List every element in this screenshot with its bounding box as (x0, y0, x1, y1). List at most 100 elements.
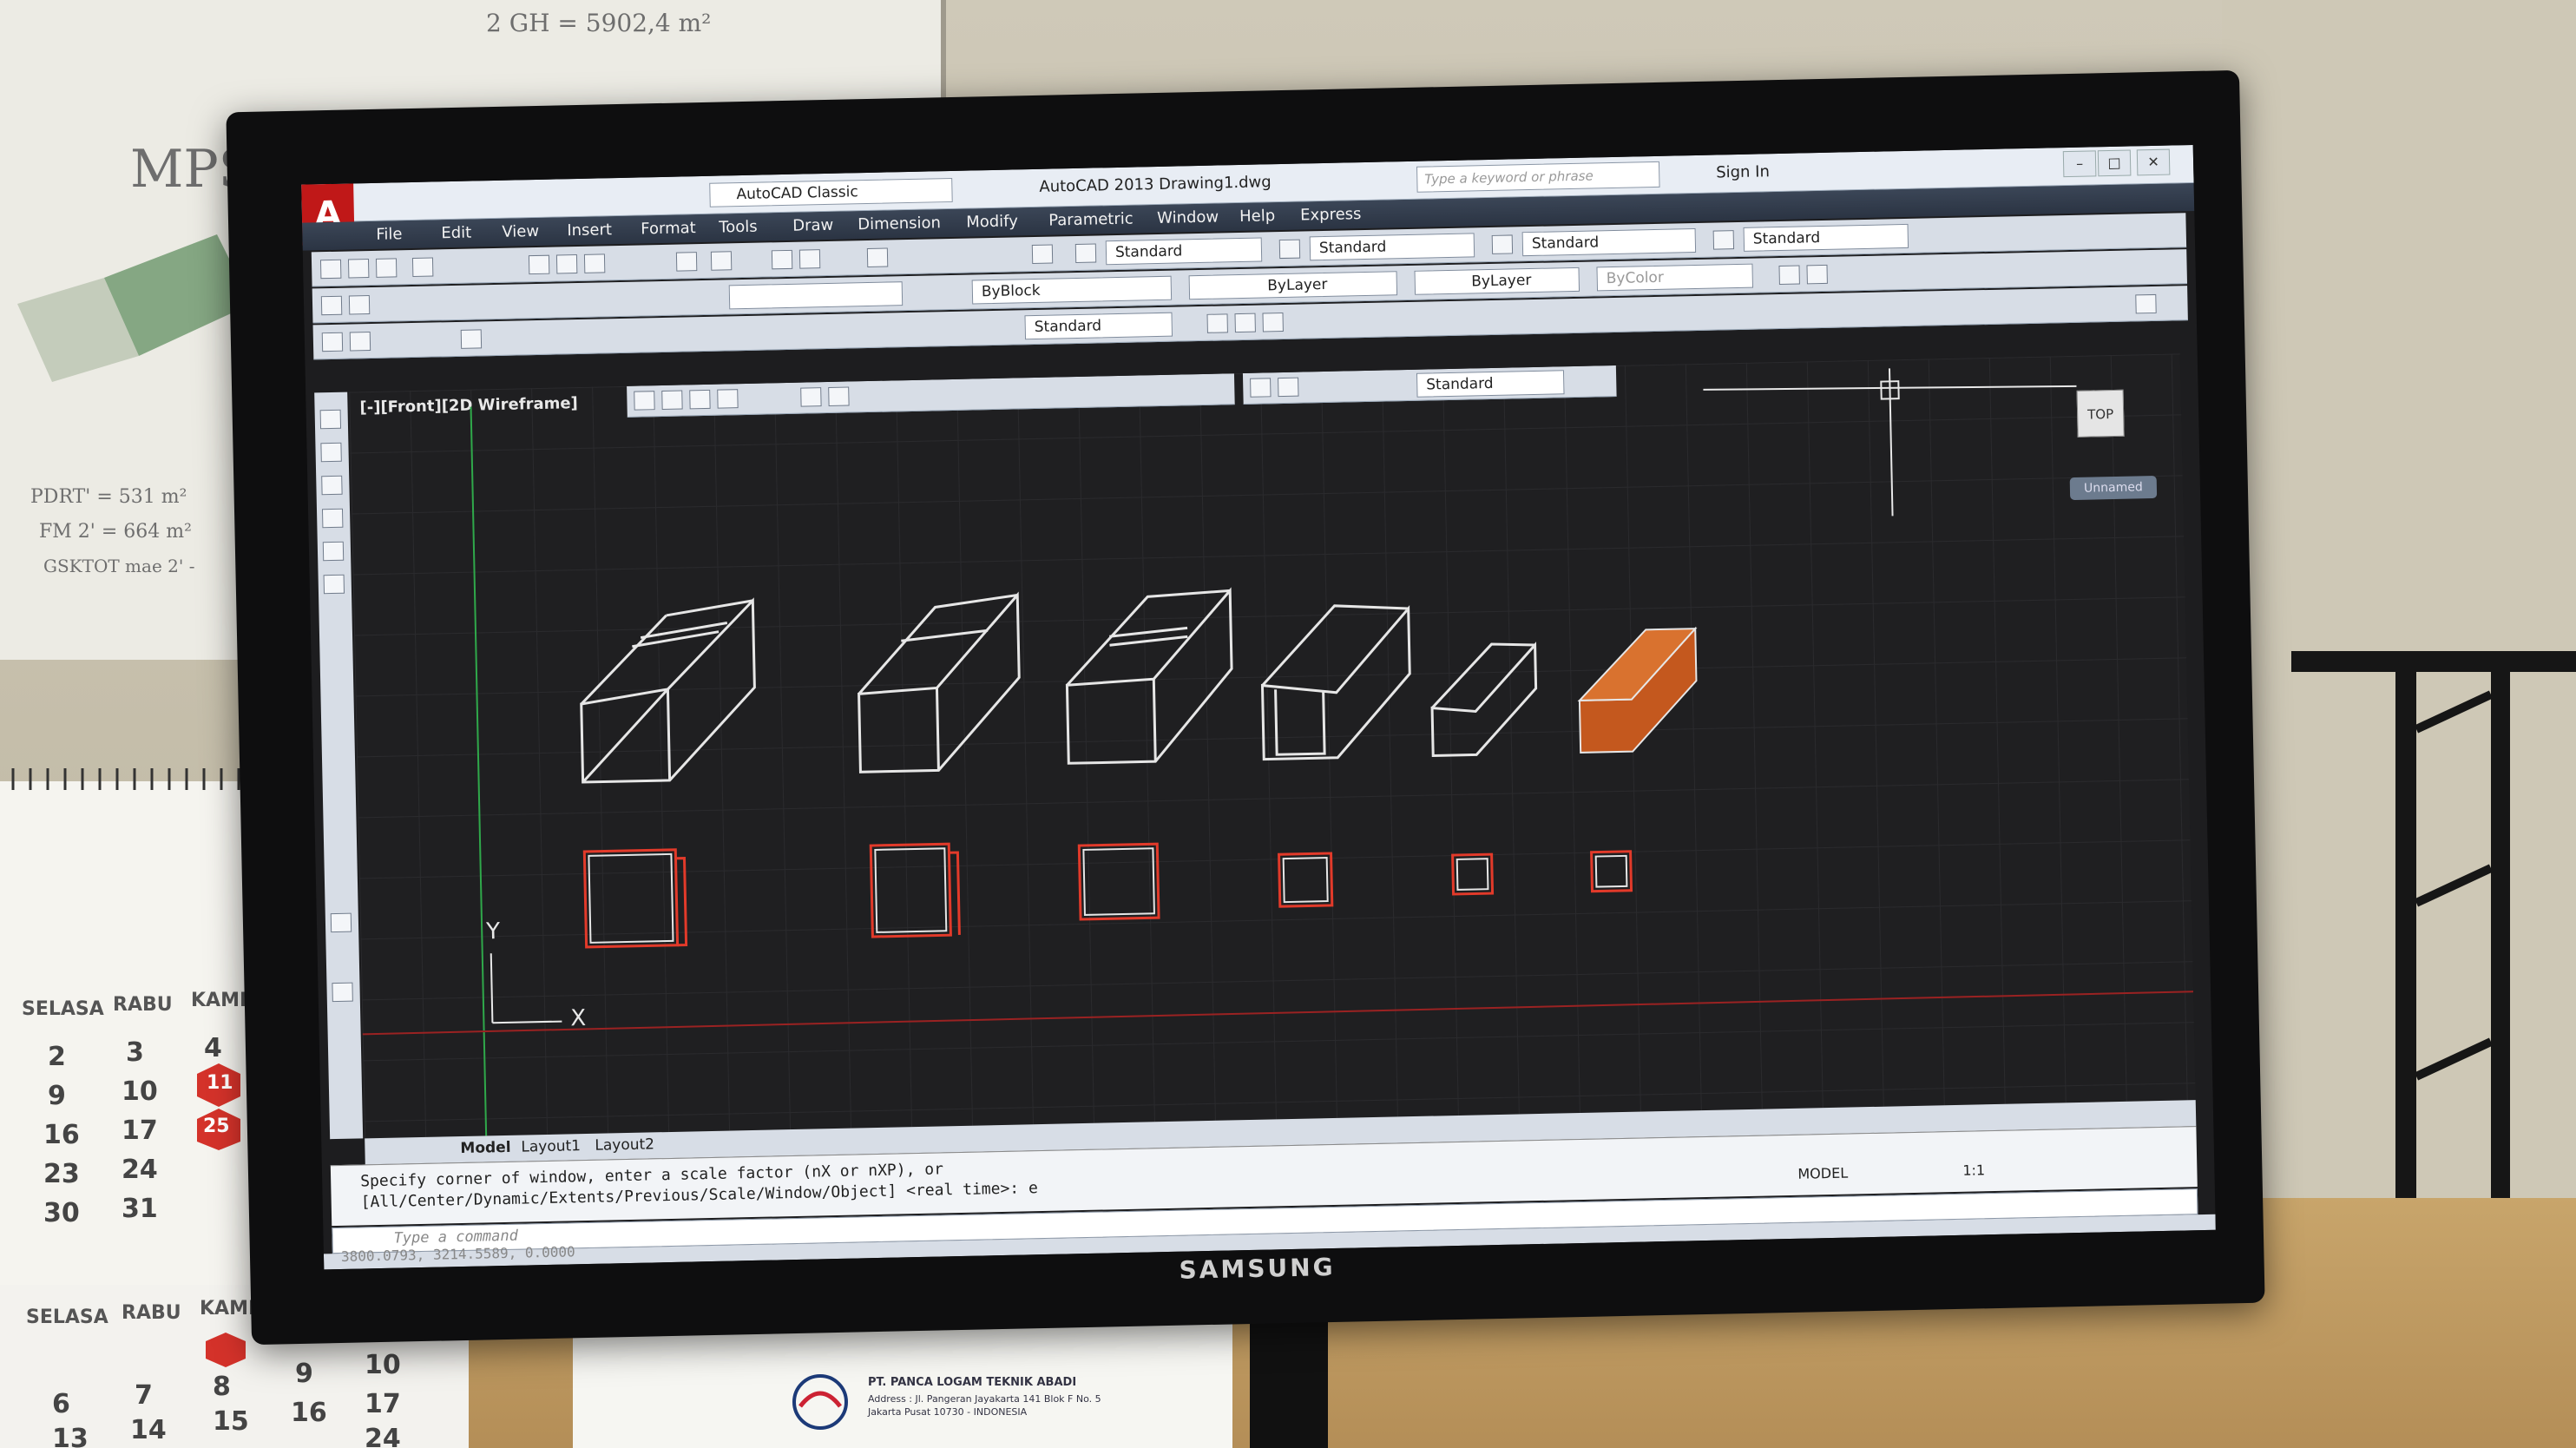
calendar-date: 8 (213, 1372, 231, 1402)
calendar-date: 6 (52, 1389, 70, 1419)
calendar-date: 23 (43, 1159, 80, 1189)
monitor-brand: SAMSUNG (1179, 1252, 1336, 1285)
whiteboard-note: FM 2' = 664 m² (39, 521, 192, 543)
menu-express[interactable]: Express (1300, 205, 1362, 224)
polygon-tool-icon[interactable] (321, 475, 343, 496)
calendar-binding (11, 768, 240, 790)
plotstyle-select[interactable]: ByColor (1596, 263, 1754, 292)
company-logo (792, 1374, 848, 1430)
calendar-date: 16 (43, 1120, 80, 1150)
whiteboard-note: 2 GH = 5902,4 m² (486, 9, 712, 37)
lineweight-select[interactable]: ByLayer (1414, 267, 1580, 295)
menu-insert[interactable]: Insert (567, 220, 612, 240)
save-icon[interactable] (375, 258, 398, 278)
circle-tool-icon[interactable] (323, 574, 345, 595)
help-icon[interactable] (1031, 244, 1054, 265)
render-icon[interactable] (2135, 293, 2157, 314)
calendar-date: 7 (135, 1380, 153, 1411)
tab-layout2[interactable]: Layout2 (595, 1135, 654, 1154)
layer-select[interactable] (728, 281, 904, 310)
menu-window[interactable]: Window (1157, 208, 1219, 227)
undo-icon[interactable] (675, 252, 698, 272)
calendar-date: 31 (122, 1194, 158, 1224)
construction-line-icon[interactable] (320, 442, 342, 463)
linear-dim-icon[interactable] (321, 332, 344, 352)
calendar-date: 11 (207, 1072, 233, 1094)
menu-help[interactable]: Help (1239, 207, 1275, 226)
arc-tool-icon[interactable] (322, 541, 345, 562)
menu-parametric[interactable]: Parametric (1048, 210, 1134, 230)
polyline-icon[interactable] (1234, 313, 1256, 333)
calendar-date: 10 (122, 1076, 158, 1107)
calendar-date: 3 (126, 1037, 144, 1068)
tab-model[interactable]: Model (460, 1139, 511, 1157)
mleader-style-icon[interactable] (1712, 230, 1735, 250)
calendar-date: 30 (43, 1198, 80, 1228)
calendar-date: 25 (203, 1116, 230, 1137)
menu-modify[interactable]: Modify (966, 212, 1018, 231)
dim-style-icon[interactable] (1278, 239, 1301, 260)
redo-icon[interactable] (710, 251, 733, 271)
help-search-input[interactable]: Type a keyword or phrase (1416, 161, 1660, 193)
annotation-scale-button[interactable]: 1:1 (1962, 1162, 1985, 1179)
calendar-date: 13 (52, 1424, 89, 1448)
table-style-select[interactable]: Standard (1521, 228, 1697, 257)
zoom-icon[interactable] (798, 249, 821, 269)
calendar-date: 4 (204, 1033, 222, 1063)
rectangle-tool-icon[interactable] (321, 508, 344, 529)
drawing-area[interactable]: [-][Front][2D Wireframe] Standard Y X TO… (349, 353, 2196, 1139)
workspace-select[interactable]: AutoCAD Classic (709, 177, 953, 207)
calendar-date: 24 (122, 1155, 158, 1185)
new-file-icon[interactable] (319, 259, 342, 280)
menu-format[interactable]: Format (641, 219, 696, 238)
text-style-select[interactable]: Standard (1105, 237, 1263, 266)
layer-state-icon[interactable] (348, 295, 371, 315)
dimension-style-select[interactable]: Standard (1024, 312, 1173, 340)
mleader-style-select[interactable]: Standard (1743, 223, 1909, 252)
company-city: Jakarta Pusat 10730 - INDONESIA (868, 1406, 1028, 1418)
copy-icon[interactable] (555, 254, 578, 274)
zoom-realtime-icon[interactable] (1806, 264, 1828, 285)
ucs-menu[interactable]: Unnamed (2069, 475, 2158, 501)
print-icon[interactable] (411, 257, 434, 277)
viewcube[interactable]: TOP (2076, 389, 2125, 438)
layer-properties-icon[interactable] (320, 295, 343, 316)
menu-edit[interactable]: Edit (441, 224, 471, 243)
radius-dim-icon[interactable] (460, 329, 483, 349)
text-style-icon[interactable] (1074, 243, 1097, 263)
linetype-select[interactable]: ByLayer (1188, 271, 1398, 300)
maximize-button[interactable]: □ (2097, 149, 2132, 177)
line-tool-icon[interactable] (319, 409, 342, 430)
close-button[interactable]: ✕ (2136, 148, 2171, 176)
line-icon[interactable] (1206, 313, 1228, 333)
color-select[interactable]: ByBlock (971, 275, 1173, 305)
calendar-day: RABU (113, 994, 173, 1016)
menu-view[interactable]: View (502, 222, 539, 241)
cut-icon[interactable] (528, 254, 550, 275)
open-file-icon[interactable] (347, 259, 370, 279)
model-space-button[interactable]: MODEL (1797, 1165, 1848, 1182)
hatch-tool-icon[interactable] (330, 912, 352, 933)
calendar-date: 24 (365, 1424, 401, 1448)
sign-in-button[interactable]: Sign In (1716, 162, 1770, 181)
menu-draw[interactable]: Draw (792, 216, 833, 235)
table-style-icon[interactable] (1491, 234, 1514, 254)
calendar-date: 14 (130, 1415, 167, 1445)
calendar-date: 9 (295, 1359, 313, 1389)
dim-style-select[interactable]: Standard (1309, 233, 1475, 261)
paste-icon[interactable] (583, 253, 606, 273)
properties-icon[interactable] (866, 247, 889, 268)
tab-layout1[interactable]: Layout1 (521, 1137, 581, 1155)
pan-realtime-icon[interactable] (1778, 265, 1800, 286)
menu-file[interactable]: File (376, 225, 403, 244)
pan-icon[interactable] (771, 249, 793, 270)
company-flyer: PT. PANCA LOGAM TEKNIK ABADI Address : J… (573, 1320, 1232, 1448)
minimize-button[interactable]: – (2062, 150, 2097, 178)
circle-icon[interactable] (1262, 312, 1284, 332)
menu-tools[interactable]: Tools (719, 218, 758, 237)
calendar-date: 17 (365, 1389, 401, 1419)
aligned-dim-icon[interactable] (349, 332, 371, 352)
calendar-date: 9 (48, 1081, 66, 1111)
menu-dimension[interactable]: Dimension (858, 214, 941, 234)
text-tool-icon[interactable] (332, 982, 353, 1003)
